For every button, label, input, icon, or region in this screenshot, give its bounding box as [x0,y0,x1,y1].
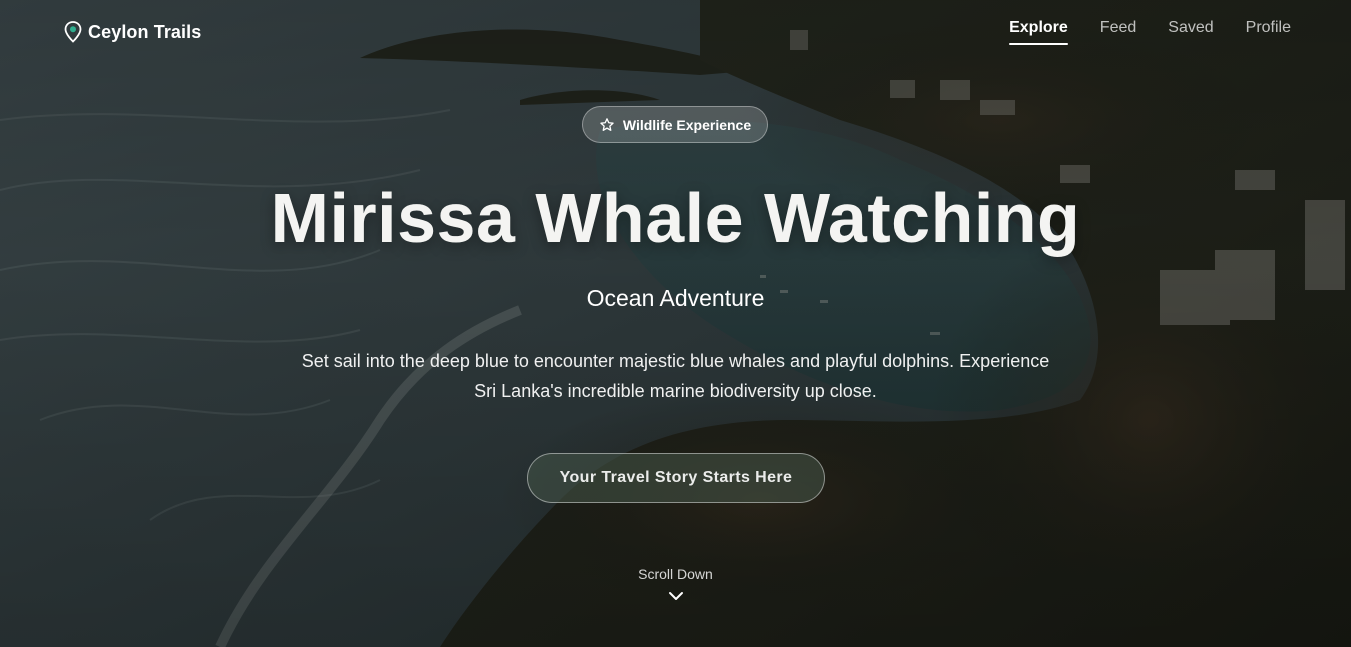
hero-section: Ceylon Trails Explore Feed Saved Profile… [0,0,1351,647]
brand-name: Ceylon Trails [88,21,202,42]
map-pin-icon [64,21,82,43]
brand-logo-link[interactable]: Ceylon Trails [64,21,201,43]
scroll-down-indicator[interactable]: Scroll Down [0,566,1351,602]
cta-button[interactable]: Your Travel Story Starts Here [527,453,825,503]
nav-item-explore[interactable]: Explore [1009,19,1068,45]
nav-item-profile[interactable]: Profile [1246,19,1291,43]
category-badge-label: Wildlife Experience [622,116,752,133]
chevron-down-icon [668,592,683,600]
hero-title: Mirissa Whale Watching [270,179,1081,257]
hero-description: Set sail into the deep blue to encounter… [301,351,1050,401]
nav-item-saved[interactable]: Saved [1168,19,1213,43]
category-badge: Wildlife Experience [582,106,768,143]
star-icon [600,117,614,131]
top-navbar: Ceylon Trails Explore Feed Saved Profile [0,0,1351,66]
hero-subtitle: Ocean Adventure [586,285,765,311]
nav-item-feed[interactable]: Feed [1100,19,1136,43]
nav-links: Explore Feed Saved Profile [1009,19,1291,45]
hero-overlay [0,0,1351,647]
scroll-down-label: Scroll Down [638,566,713,582]
